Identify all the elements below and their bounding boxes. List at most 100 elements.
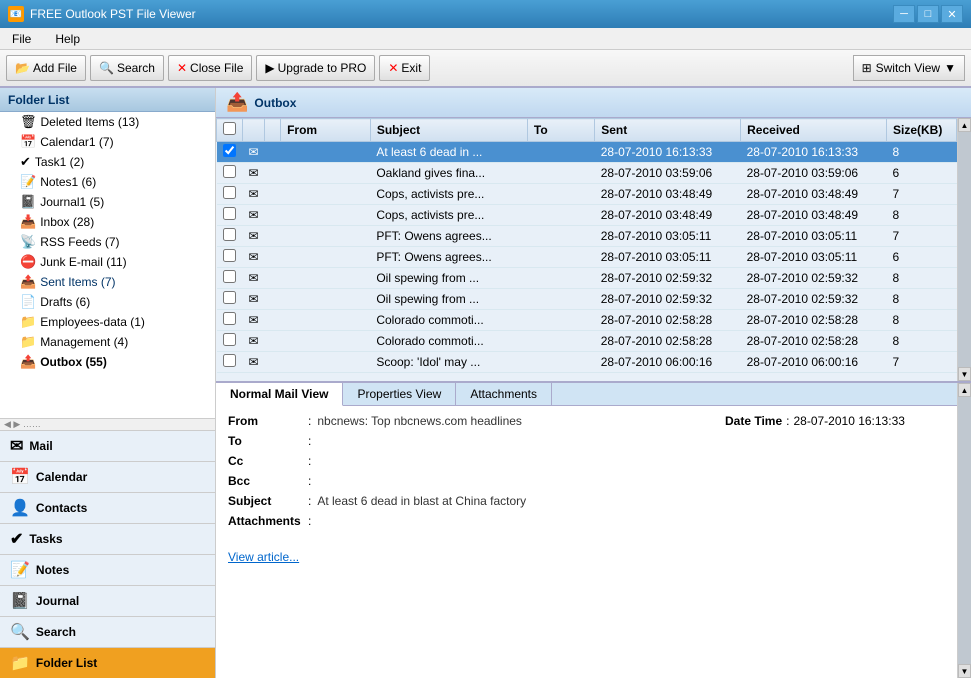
folder-tree[interactable]: 🗑Deleted Items (13)📅Calendar1 (7)✔Task1 …: [0, 112, 215, 418]
col-header-check[interactable]: [217, 119, 243, 142]
table-row[interactable]: ✉ Scoop: 'Idol' may ... 28-07-2010 06:00…: [217, 352, 957, 373]
folder-item-0[interactable]: 🗑Deleted Items (13): [0, 112, 215, 132]
folder-item-8[interactable]: 📤Sent Items (7): [0, 272, 215, 292]
table-row[interactable]: ✉ Oakland gives fina... 28-07-2010 03:59…: [217, 163, 957, 184]
tab-properties-view[interactable]: Properties View: [343, 383, 456, 405]
row-received-4: 28-07-2010 03:05:11: [741, 226, 887, 247]
preview-scrollbar[interactable]: ▲ ▼: [957, 383, 971, 678]
folder-item-4[interactable]: 📓Journal1 (5): [0, 192, 215, 212]
scroll-down-button[interactable]: ▼: [958, 367, 971, 381]
exit-button[interactable]: ✕ Exit: [379, 55, 430, 81]
exit-label: Exit: [401, 61, 421, 75]
folder-item-11[interactable]: 📁Management (4): [0, 332, 215, 352]
row-checkbox-9[interactable]: [223, 333, 236, 346]
folder-scroll-bar[interactable]: ◀ ▶ ……: [0, 418, 215, 430]
table-row[interactable]: ✉ PFT: Owens agrees... 28-07-2010 03:05:…: [217, 226, 957, 247]
folder-item-7[interactable]: ⛔Junk E-mail (11): [0, 252, 215, 272]
table-row[interactable]: ✉ At least 6 dead in ... 28-07-2010 16:1…: [217, 142, 957, 163]
table-row[interactable]: ✉ Cops, activists pre... 28-07-2010 03:4…: [217, 205, 957, 226]
nav-btn-mail[interactable]: ✉Mail: [0, 430, 215, 461]
table-row[interactable]: ✉ Oil spewing from ... 28-07-2010 02:59:…: [217, 289, 957, 310]
row-checkbox-6[interactable]: [223, 270, 236, 283]
tab-attachments[interactable]: Attachments: [456, 383, 552, 405]
table-row[interactable]: ✉ Cops, activists pre... 28-07-2010 03:4…: [217, 184, 957, 205]
nav-btn-tasks[interactable]: ✔Tasks: [0, 523, 215, 554]
nav-btn-contacts[interactable]: 👤Contacts: [0, 492, 215, 523]
col-header-to[interactable]: To: [527, 119, 594, 142]
minimize-button[interactable]: ─: [893, 5, 915, 23]
preview-scroll-thumb[interactable]: [958, 397, 971, 664]
row-checkbox-cell-10[interactable]: [217, 352, 243, 373]
row-checkbox-cell-3[interactable]: [217, 205, 243, 226]
row-checkbox-cell-7[interactable]: [217, 289, 243, 310]
row-checkbox-cell-1[interactable]: [217, 163, 243, 184]
close-file-button[interactable]: ✕ Close File: [168, 55, 252, 81]
col-header-received[interactable]: Received: [741, 119, 887, 142]
row-checkbox-5[interactable]: [223, 249, 236, 262]
upgrade-button[interactable]: ▶ Upgrade to PRO: [256, 55, 375, 81]
row-checkbox-0[interactable]: [223, 144, 236, 157]
folder-item-1[interactable]: 📅Calendar1 (7): [0, 132, 215, 152]
title-bar-controls[interactable]: ─ □ ✕: [893, 5, 963, 23]
search-toolbar-button[interactable]: 🔍 Search: [90, 55, 164, 81]
row-checkbox-2[interactable]: [223, 186, 236, 199]
nav-btn-folder-list[interactable]: 📁Folder List: [0, 647, 215, 678]
row-subject-9: Colorado commoti...: [370, 331, 527, 352]
folder-item-3[interactable]: 📝Notes1 (6): [0, 172, 215, 192]
row-checkbox-10[interactable]: [223, 354, 236, 367]
table-wrapper[interactable]: From Subject To Sent Received Size(KB) ✉…: [216, 118, 957, 381]
subject-value: At least 6 dead in blast at China factor…: [317, 494, 725, 508]
nav-btn-notes[interactable]: 📝Notes: [0, 554, 215, 585]
scroll-up-button[interactable]: ▲: [958, 118, 971, 132]
menu-file[interactable]: File: [6, 30, 37, 48]
email-tbody[interactable]: ✉ At least 6 dead in ... 28-07-2010 16:1…: [217, 142, 957, 373]
row-checkbox-cell-8[interactable]: [217, 310, 243, 331]
preview-scroll-up[interactable]: ▲: [958, 383, 971, 397]
row-checkbox-cell-0[interactable]: [217, 142, 243, 163]
maximize-button[interactable]: □: [917, 5, 939, 23]
col-header-sent[interactable]: Sent: [595, 119, 741, 142]
nav-label-journal: Journal: [36, 594, 79, 608]
col-header-size[interactable]: Size(KB): [887, 119, 957, 142]
folder-item-12[interactable]: 📤Outbox (55): [0, 352, 215, 372]
folder-item-6[interactable]: 📡RSS Feeds (7): [0, 232, 215, 252]
col-header-from[interactable]: From: [281, 119, 371, 142]
row-checkbox-3[interactable]: [223, 207, 236, 220]
table-row[interactable]: ✉ PFT: Owens agrees... 28-07-2010 03:05:…: [217, 247, 957, 268]
nav-btn-journal[interactable]: 📓Journal: [0, 585, 215, 616]
row-checkbox-cell-9[interactable]: [217, 331, 243, 352]
table-row[interactable]: ✉ Colorado commoti... 28-07-2010 02:58:2…: [217, 310, 957, 331]
nav-btn-search[interactable]: 🔍Search: [0, 616, 215, 647]
row-checkbox-cell-5[interactable]: [217, 247, 243, 268]
upgrade-icon: ▶: [265, 61, 274, 75]
row-checkbox-cell-6[interactable]: [217, 268, 243, 289]
folder-item-9[interactable]: 📄Drafts (6): [0, 292, 215, 312]
row-flag-1: [265, 163, 281, 184]
preview-right-block: Date Time : 28-07-2010 16:13:33: [725, 414, 945, 534]
email-list-scrollbar[interactable]: ▲ ▼: [957, 118, 971, 381]
select-all-checkbox[interactable]: [223, 122, 236, 135]
close-button[interactable]: ✕: [941, 5, 963, 23]
view-article-link[interactable]: View article...: [228, 550, 945, 564]
folder-item-5[interactable]: 📥Inbox (28): [0, 212, 215, 232]
switch-view-button[interactable]: ⊞ Switch View ▼: [853, 55, 965, 81]
row-checkbox-cell-2[interactable]: [217, 184, 243, 205]
folder-item-10[interactable]: 📁Employees-data (1): [0, 312, 215, 332]
row-checkbox-7[interactable]: [223, 291, 236, 304]
row-checkbox-cell-4[interactable]: [217, 226, 243, 247]
row-subject-7: Oil spewing from ...: [370, 289, 527, 310]
table-row[interactable]: ✉ Oil spewing from ... 28-07-2010 02:59:…: [217, 268, 957, 289]
folder-item-2[interactable]: ✔Task1 (2): [0, 152, 215, 172]
row-checkbox-4[interactable]: [223, 228, 236, 241]
tab-normal-mail-view[interactable]: Normal Mail View: [216, 383, 343, 406]
preview-scroll-down[interactable]: ▼: [958, 664, 971, 678]
row-checkbox-8[interactable]: [223, 312, 236, 325]
row-subject-6: Oil spewing from ...: [370, 268, 527, 289]
table-row[interactable]: ✉ Colorado commoti... 28-07-2010 02:58:2…: [217, 331, 957, 352]
menu-help[interactable]: Help: [49, 30, 86, 48]
nav-btn-calendar[interactable]: 📅Calendar: [0, 461, 215, 492]
add-file-button[interactable]: 📂 Add File: [6, 55, 86, 81]
row-checkbox-1[interactable]: [223, 165, 236, 178]
scroll-thumb[interactable]: [958, 132, 971, 367]
col-header-subject[interactable]: Subject: [370, 119, 527, 142]
